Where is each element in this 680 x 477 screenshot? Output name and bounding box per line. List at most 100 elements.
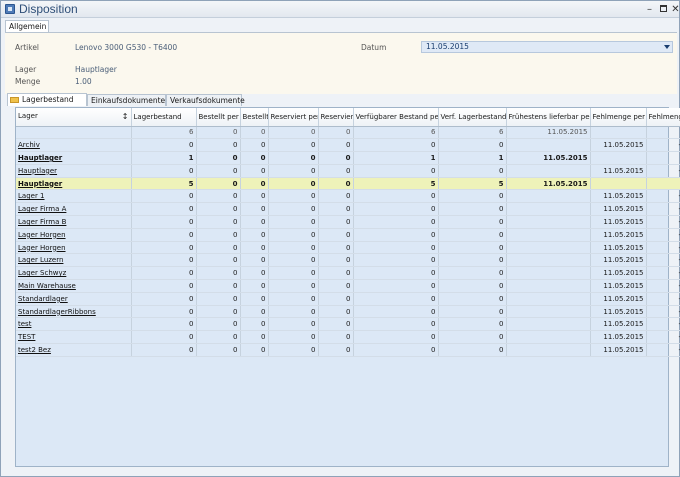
table-row[interactable]: test2 Bez000000011.05.2015-1: [16, 343, 680, 357]
table-cell: 0: [268, 343, 319, 357]
lager-link[interactable]: Hauptlager: [16, 164, 132, 178]
table-cell: -1: [646, 266, 680, 281]
table-cell: 0: [353, 189, 439, 204]
lager-link[interactable]: test: [16, 317, 132, 332]
table-cell: 0: [196, 164, 241, 178]
table-cell: 0: [131, 343, 197, 357]
column-header-label: Frühestens lieferbar per: [508, 112, 590, 121]
table-cell: 0: [353, 202, 439, 217]
table-row[interactable]: Lager Firma B000000011.05.2015-1: [16, 215, 680, 229]
table-cell: [506, 343, 591, 357]
lager-link[interactable]: Lager 1: [16, 189, 132, 204]
table-cell: 1: [131, 151, 197, 165]
column-header[interactable]: Reserviert per: [268, 108, 319, 127]
lager-link[interactable]: Hauptlager: [16, 177, 132, 191]
table-cell: 0: [240, 292, 269, 306]
column-header[interactable]: Frühestens lieferbar per: [506, 108, 591, 127]
column-header[interactable]: Reserviert: [318, 108, 354, 127]
lager-link[interactable]: Lager Firma B: [16, 215, 132, 229]
table-cell: 0: [240, 164, 269, 178]
lagerbestand-grid[interactable]: Lager ↕ Lagerbestand Bestellt per Bestellt Re…: [15, 107, 680, 467]
table-cell: 0: [438, 138, 507, 153]
lager-link[interactable]: Standardlager: [16, 292, 132, 306]
table-cell: 0: [240, 241, 269, 255]
table-cell: 0: [438, 292, 507, 306]
table-row[interactable]: TEST000000011.05.2015-1: [16, 330, 680, 345]
lager-link[interactable]: Hauptlager: [16, 151, 132, 165]
table-row[interactable]: Standardlager000000011.05.2015-1: [16, 292, 680, 306]
table-cell: 0: [318, 253, 354, 268]
chevron-down-icon[interactable]: [664, 45, 670, 49]
table-cell: 11.05.2015: [590, 292, 647, 306]
column-header[interactable]: Fehlmenge per: [590, 108, 647, 127]
table-row[interactable]: Lager Schwyz000000011.05.2015-1: [16, 266, 680, 281]
table-row[interactable]: Lager Horgen000000011.05.2015-1: [16, 241, 680, 255]
table-cell: 0: [353, 330, 439, 345]
table-cell: 0: [353, 317, 439, 332]
table-cell: 0: [438, 279, 507, 293]
column-header[interactable]: Lager ↕: [16, 108, 132, 127]
app-icon: [5, 4, 15, 14]
table-summary-row[interactable]: 600006611.05.20150: [16, 126, 680, 140]
table-cell: 0: [318, 189, 354, 204]
table-cell: 0: [438, 228, 507, 242]
lager-link[interactable]: TEST: [16, 330, 132, 345]
datum-select[interactable]: 11.05.2015: [421, 41, 673, 53]
lager-link[interactable]: Lager Firma A: [16, 202, 132, 217]
table-cell: 0: [268, 253, 319, 268]
table-cell: 0: [131, 189, 197, 204]
column-header[interactable]: Verf. Lagerbestand: [438, 108, 507, 127]
table-row[interactable]: test000000011.05.2015-1: [16, 317, 680, 332]
table-cell: 0: [268, 266, 319, 281]
lager-link[interactable]: Main Warehause: [16, 279, 132, 293]
close-icon[interactable]: ✕: [669, 3, 680, 16]
table-cell: 0: [196, 279, 241, 293]
column-header[interactable]: Bestellt per: [196, 108, 241, 127]
tab-verkaufsdokumente[interactable]: Verkaufsdokumente: [166, 94, 245, 106]
table-row[interactable]: Lager Horgen000000011.05.2015-1: [16, 228, 680, 242]
column-header[interactable]: Verfügbarer Bestand per: [353, 108, 439, 127]
table-cell: [506, 305, 591, 319]
table-cell: 11.05.2015: [590, 253, 647, 268]
table-row[interactable]: StandardlagerRibbons000000011.05.2015-1: [16, 305, 680, 319]
table-cell: 0: [131, 253, 197, 268]
table-cell: 0: [131, 228, 197, 242]
lager-link[interactable]: Lager Horgen: [16, 241, 132, 255]
table-row[interactable]: Archiv000000011.05.2015-1: [16, 138, 680, 153]
table-cell: 0: [438, 330, 507, 345]
lager-link[interactable]: Archiv: [16, 138, 132, 153]
lager-link[interactable]: Lager Horgen: [16, 228, 132, 242]
lager-link[interactable]: test2 Bez: [16, 343, 132, 357]
tab-einkaufsdokumente[interactable]: Einkaufsdokumente: [87, 94, 166, 106]
sort-icon[interactable]: ↕: [122, 112, 129, 121]
table-cell: 0: [318, 164, 354, 178]
table-row[interactable]: Lager Luzern000000011.05.2015-1: [16, 253, 680, 268]
table-row[interactable]: Hauptlager500005511.05.20150: [16, 177, 680, 191]
table-cell: 0: [196, 343, 241, 357]
column-header[interactable]: Lagerbestand: [131, 108, 197, 127]
lager-link: [16, 126, 132, 140]
column-header[interactable]: Bestellt: [240, 108, 269, 127]
table-cell: 11.05.2015: [506, 126, 591, 140]
tab-lagerbestand[interactable]: Lagerbestand (18): [7, 93, 87, 115]
table-cell: 0: [646, 151, 680, 165]
column-header-label: Lager: [18, 112, 38, 121]
table-row[interactable]: Hauptlager100001111.05.20150: [16, 151, 680, 165]
lager-link[interactable]: Lager Luzern: [16, 253, 132, 268]
table-row[interactable]: Lager Firma A000000011.05.2015-1: [16, 202, 680, 217]
table-cell: 11.05.2015: [506, 151, 591, 165]
table-cell: 0: [131, 279, 197, 293]
table-cell: 0: [353, 292, 439, 306]
table-cell: 0: [353, 253, 439, 268]
title-bar[interactable]: Disposition – ✕: [1, 1, 680, 18]
table-body: 600006611.05.20150Archiv000000011.05.201…: [16, 126, 680, 357]
table-row[interactable]: Hauptlager000000011.05.2015-1: [16, 164, 680, 178]
table-cell: 0: [353, 305, 439, 319]
lager-link[interactable]: StandardlagerRibbons: [16, 305, 132, 319]
column-header[interactable]: Fehlmenge: [646, 108, 680, 127]
lager-link[interactable]: Lager Schwyz: [16, 266, 132, 281]
lager-label: Lager: [15, 65, 37, 74]
minimize-icon[interactable]: –: [643, 3, 656, 16]
table-row[interactable]: Main Warehause000000011.05.2015-1: [16, 279, 680, 293]
table-row[interactable]: Lager 1000000011.05.2015-1: [16, 189, 680, 204]
